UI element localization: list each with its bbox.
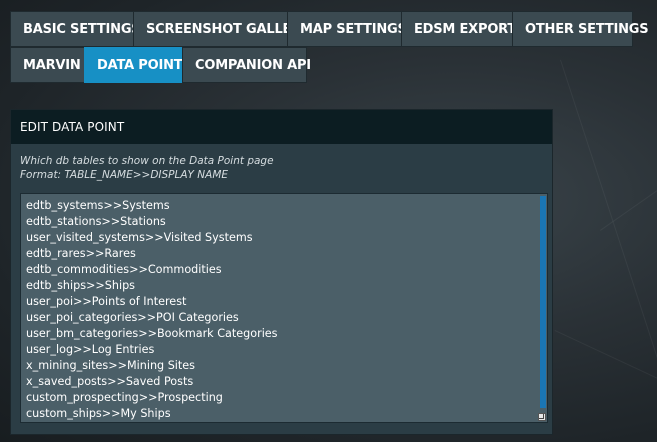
textarea-line: edtb_commodities>>Commodities — [26, 263, 222, 276]
textarea-scrollbar[interactable] — [540, 196, 546, 408]
tab-basic-settings[interactable]: BASIC SETTINGS — [10, 11, 141, 47]
textarea-line: edtb_ships>>Ships — [26, 279, 136, 292]
tab-edsm-export[interactable]: EDSM EXPORT — [401, 11, 516, 47]
tab-marvin[interactable]: MARVIN — [10, 47, 85, 83]
textarea-line: edtb_systems>>Systems — [26, 199, 170, 212]
textarea-line: user_visited_systems>>Visited Systems — [26, 231, 253, 244]
tabs-row-1: BASIC SETTINGS SCREENSHOT GALLERY MAP SE… — [10, 11, 649, 47]
tabs-row-2: MARVIN DATA POINT COMPANION API — [10, 47, 311, 83]
background-line — [554, 330, 657, 382]
textarea-line: edtb_stations>>Stations — [26, 215, 166, 228]
data-point-tables-textarea[interactable]: edtb_systems>>Systems edtb_stations>>Sta… — [20, 193, 548, 423]
tab-other-settings[interactable]: OTHER SETTINGS — [512, 11, 649, 47]
textarea-line: x_mining_sites>>Mining Sites — [26, 359, 196, 372]
textarea-line: custom_prospecting>>Prospecting — [26, 391, 223, 404]
textarea-line: edtb_rares>>Rares — [26, 247, 136, 260]
textarea-line: user_log>>Log Entries — [26, 343, 155, 356]
background-line — [600, 149, 657, 231]
background-line — [560, 59, 657, 422]
textarea-line: x_saved_posts>>Saved Posts — [26, 375, 194, 388]
tab-data-point[interactable]: DATA POINT — [84, 47, 183, 83]
textarea-line: user_bm_categories>>Bookmark Categories — [26, 327, 278, 340]
tab-map-settings[interactable]: MAP SETTINGS — [287, 11, 407, 47]
format-hint-line: Format: TABLE_NAME>>DISPLAY NAME — [20, 169, 229, 181]
textarea-line: user_poi>>Points of Interest — [26, 295, 187, 308]
tab-companion-api[interactable]: COMPANION API — [182, 47, 311, 83]
textarea-content[interactable]: edtb_systems>>Systems edtb_stations>>Sta… — [21, 194, 547, 426]
tab-screenshot-gallery[interactable]: SCREENSHOT GALLERY — [133, 11, 310, 47]
edit-data-point-panel: EDIT DATA POINT Which db tables to show … — [10, 109, 553, 435]
textarea-line: user_poi_categories>>POI Categories — [26, 311, 239, 324]
panel-title: EDIT DATA POINT — [11, 110, 552, 144]
hint-line: Which db tables to show on the Data Poin… — [20, 155, 274, 167]
textarea-line: custom_ships>>My Ships — [26, 407, 171, 420]
panel-body: Which db tables to show on the Data Poin… — [11, 144, 552, 423]
resize-handle-icon[interactable] — [538, 413, 546, 421]
